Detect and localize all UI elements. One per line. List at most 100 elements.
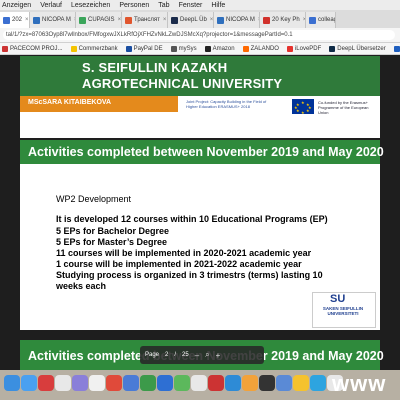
author-name: MScSARA KITAIBEKOVA — [28, 99, 112, 106]
dock-app-icon[interactable] — [55, 375, 71, 391]
tab-label: NICOPA M — [226, 17, 255, 23]
dock-app-icon[interactable] — [242, 375, 258, 391]
menu-item[interactable]: Anzeigen — [2, 2, 31, 9]
browser-tab[interactable]: NICOPA M× — [214, 12, 260, 28]
menu-bar: Anzeigen Verlauf Lesezeichen Personen Tab Fen… — [0, 0, 400, 10]
browser-tab[interactable]: CUPAGIS × — [76, 12, 122, 28]
menu-item[interactable]: Lesezeichen — [71, 2, 110, 9]
page-label: Page — [145, 352, 160, 358]
bookmark-item[interactable]: Amazon — [204, 45, 235, 52]
bookmark-icon — [242, 45, 249, 52]
eu-flag-icon: ★ ★ ★ ★ ★ ★ ★ ★ — [292, 99, 314, 115]
tab-favicon-icon — [33, 16, 40, 24]
bullet-line: weeks each — [56, 281, 107, 291]
dock-app-icon[interactable] — [140, 375, 156, 391]
bullet-line: Studying process is organized in 3 trime… — [56, 270, 323, 280]
tab-label: 202 — [12, 17, 23, 23]
slide-2-title: Activities completed between November 20… — [28, 145, 384, 159]
dock-app-icon[interactable] — [310, 375, 326, 391]
bookmark-item[interactable]: Erasm — [393, 45, 400, 52]
menu-item[interactable]: Verlauf — [40, 2, 62, 9]
menu-item[interactable]: Hilfe — [211, 2, 225, 9]
bullet-line: 1 course will be implemented in 2021-202… — [56, 259, 302, 269]
bookmark-item[interactable]: DeepL Übersetzer — [329, 45, 386, 52]
menu-item[interactable]: Personen — [119, 2, 149, 9]
bookmark-icon — [329, 45, 336, 52]
bookmark-item[interactable]: iLovePDF — [286, 45, 321, 52]
bullet-line: 5 EPs for Bachelor Degree — [56, 226, 170, 236]
bookmark-item[interactable]: PayPal DE — [125, 45, 163, 52]
bookmarks-bar: PACECOM PROJ... Commerzbank PayPal DE mySys… — [0, 43, 400, 55]
wp2-heading: WP2 Development — [56, 194, 132, 204]
dock-app-icon[interactable] — [174, 375, 190, 391]
university-name-line2: AGROTECHNICAL UNIVERSITY — [82, 76, 283, 91]
tab-close-icon[interactable]: × — [210, 17, 213, 23]
url-input[interactable]: tal/1/?zx=87063Oyp8l7wllnbox/FMfogxwJXLk… — [3, 30, 395, 40]
dock-app-icon[interactable] — [259, 375, 275, 391]
dock-app-icon[interactable] — [21, 375, 37, 391]
browser-tab[interactable]: DeepL Üb × — [168, 12, 214, 28]
bookmark-icon — [70, 45, 77, 52]
bookmark-label: Commerzbank — [78, 45, 118, 52]
dock-app-icon[interactable] — [89, 375, 105, 391]
browser-tab[interactable]: Транслят × — [122, 12, 168, 28]
bookmark-label: mySys — [178, 45, 197, 52]
tab-close-icon[interactable]: × — [118, 17, 121, 23]
bookmark-icon — [2, 45, 8, 52]
university-logo-text: SAKEN SEIFULLIN UNIVERSITETI — [322, 306, 364, 316]
dock-app-icon[interactable] — [106, 375, 122, 391]
page-separator: / — [174, 352, 177, 358]
tab-favicon-icon — [3, 16, 10, 24]
bookmark-item[interactable]: ZALANDO — [242, 45, 279, 52]
browser-tab[interactable]: 202 × — [0, 12, 30, 28]
page-total: 25 — [182, 352, 189, 358]
dock-app-icon[interactable] — [38, 375, 54, 391]
brand-watermark: www — [332, 371, 387, 396]
zoom-in-button[interactable]: + — [216, 351, 221, 360]
tab-favicon-icon — [125, 16, 132, 24]
tab-label: DeepL Üb — [180, 17, 207, 23]
browser-tab[interactable]: NICOPA M× — [30, 12, 76, 28]
project-text: Joint Project: Capacity Building in the … — [186, 99, 267, 109]
bullet-line: 5 EPs for Master’s Degree — [56, 237, 168, 247]
bookmark-icon — [170, 45, 177, 52]
tab-close-icon[interactable]: × — [25, 17, 29, 23]
menu-item[interactable]: Tab — [158, 2, 169, 9]
dock-app-icon[interactable] — [208, 375, 224, 391]
magnifier-icon[interactable]: ⌕ — [205, 350, 209, 360]
bookmark-icon — [286, 45, 293, 52]
dock-app-icon[interactable] — [157, 375, 173, 391]
bookmark-label: PayPal DE — [133, 45, 163, 52]
dock-app-icon[interactable] — [4, 375, 20, 391]
menu-item[interactable]: Fenster — [179, 2, 203, 9]
tab-label: colleag — [318, 17, 336, 23]
university-name-line1: S. SEIFULLIN KAZAKH — [82, 60, 228, 75]
bookmark-icon — [125, 45, 132, 52]
bookmark-label: DeepL Übersetzer — [337, 45, 386, 52]
dock-app-icon[interactable] — [72, 375, 88, 391]
dock-app-icon[interactable] — [191, 375, 207, 391]
page-number-input[interactable]: 2 — [165, 352, 168, 358]
dock-app-icon[interactable] — [293, 375, 309, 391]
tab-favicon-icon — [309, 16, 316, 24]
bookmark-label: Amazon — [212, 45, 235, 52]
dock-app-icon[interactable] — [123, 375, 139, 391]
tab-label: Транслят — [134, 17, 160, 23]
bookmark-item[interactable]: mySys — [170, 45, 197, 52]
bookmark-label: ZALANDO — [250, 45, 279, 52]
bookmark-icon — [393, 45, 400, 52]
tab-label: NICOPA M — [42, 17, 71, 23]
tab-favicon-icon — [263, 16, 270, 24]
bookmark-item[interactable]: PACECOM PROJ... — [2, 45, 63, 52]
bookmark-item[interactable]: Commerzbank — [70, 45, 118, 52]
zoom-out-button[interactable]: – — [195, 351, 199, 360]
dock-app-icon[interactable] — [225, 375, 241, 391]
tab-label: 20 Key Ph — [272, 17, 300, 23]
tab-close-icon[interactable]: × — [163, 17, 167, 23]
browser-tab[interactable]: colleag× — [306, 12, 336, 28]
tab-strip: 202×NICOPA M×CUPAGIS×Транслят×DeepL Üb×N… — [0, 10, 400, 28]
browser-tab[interactable]: 20 Key Ph × — [260, 12, 306, 28]
page-toolbar: Page 2 / 25 – ⌕ + — [140, 346, 264, 364]
tab-label: CUPAGIS — [88, 17, 115, 23]
dock-app-icon[interactable] — [276, 375, 292, 391]
